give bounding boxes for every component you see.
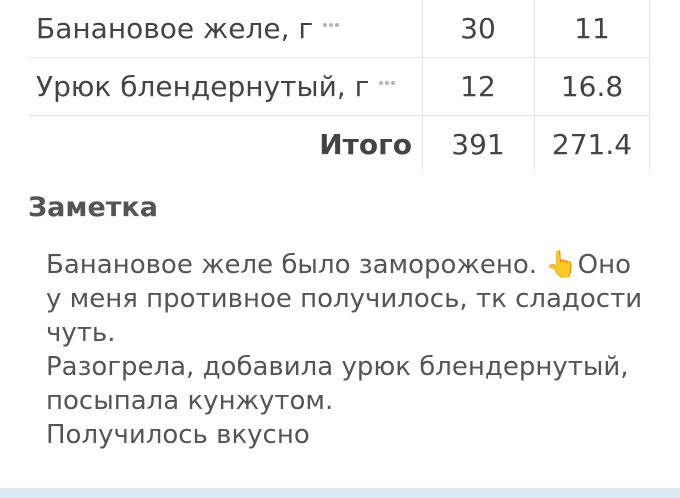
ingredient-name-cell: Банановое желе, г xyxy=(36,0,420,57)
note-text: Банановое желе было заморожено. 👆Оно у м… xyxy=(46,250,643,450)
ingredient-name: Банановое желе, г xyxy=(36,12,314,45)
total-calories: 271.4 xyxy=(551,128,633,161)
total-weight: 391 xyxy=(451,128,505,161)
bottom-bar xyxy=(0,488,680,498)
more-dots-icon[interactable] xyxy=(379,78,396,88)
table-row[interactable]: Банановое желе, г 30 11 xyxy=(28,0,650,58)
ingredient-name: Урюк блендернутый, г xyxy=(36,70,370,103)
ingredients-table: Банановое желе, г 30 11 Урюк блендернуты… xyxy=(28,0,650,173)
ingredient-weight: 12 xyxy=(460,70,496,103)
note-title: Заметка xyxy=(28,192,158,223)
total-label: Итого xyxy=(319,128,412,161)
ingredient-weight: 30 xyxy=(460,12,496,45)
ingredient-calories: 16.8 xyxy=(560,70,624,103)
total-row: Итого 391 271.4 xyxy=(28,116,650,173)
ingredient-calories: 11 xyxy=(574,12,610,45)
table-row[interactable]: Урюк блендернутый, г 12 16.8 xyxy=(28,58,650,116)
ingredient-name-cell: Урюк блендернутый, г xyxy=(36,58,420,115)
recipe-page: Банановое желе, г 30 11 Урюк блендернуты… xyxy=(0,0,680,498)
more-dots-icon[interactable] xyxy=(323,20,340,30)
